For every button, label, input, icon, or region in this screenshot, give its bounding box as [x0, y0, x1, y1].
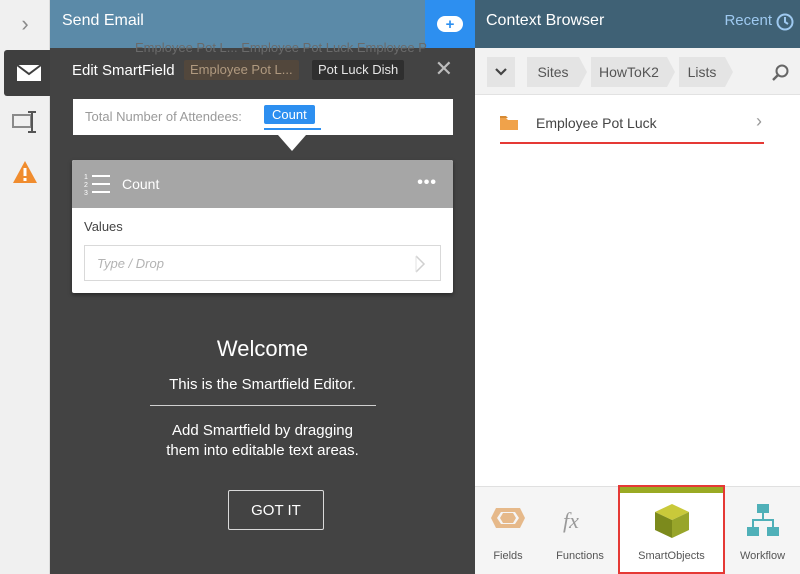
smartobjects-icon: [654, 504, 689, 538]
search-icon[interactable]: [772, 64, 790, 82]
background-tokens-text: Employee Pot L... Employee Pot Luck Empl…: [135, 40, 427, 55]
workflow-icon: [746, 504, 779, 536]
folder-icon: [500, 116, 518, 130]
token-employee-pot-luck[interactable]: Employee Pot L...: [184, 60, 299, 80]
tab-label: SmartObjects: [638, 550, 705, 562]
breadcrumb-separator: [579, 57, 587, 87]
svg-text:1: 1: [84, 174, 88, 181]
tab-label: Workflow: [739, 550, 786, 562]
got-it-button[interactable]: GOT IT: [228, 490, 324, 530]
values-label: Values: [84, 219, 123, 234]
highlight-underline: [500, 142, 764, 144]
chevron-right-icon: ›: [756, 111, 762, 131]
breadcrumb-lists[interactable]: Lists: [679, 57, 725, 87]
editor-toggle-button[interactable]: [0, 102, 50, 142]
selected-tab-indicator: [620, 487, 723, 493]
header-title: Send Email: [62, 12, 144, 29]
list-item-label: Employee Pot Luck: [536, 115, 657, 131]
attendees-label: Total Number of Attendees:: [85, 109, 242, 124]
welcome-panel: Welcome This is the Smartfield Editor. A…: [50, 336, 475, 461]
svg-text:3: 3: [84, 190, 88, 196]
tab-functions[interactable]: fx Functions: [541, 487, 619, 574]
recent-link[interactable]: Recent: [724, 12, 772, 29]
count-function-card: 1 2 3 Count ••• Values Type / Drop: [72, 160, 453, 293]
attendees-text-field[interactable]: Total Number of Attendees: Count: [73, 99, 453, 135]
context-tabs: Fields fx Functions SmartObjects Workflo…: [475, 485, 800, 574]
functions-icon: fx: [563, 508, 579, 533]
tab-label: Functions: [556, 550, 604, 562]
welcome-line-1: This is the Smartfield Editor.: [169, 376, 356, 393]
welcome-line-2a: Add Smartfield by dragging: [172, 422, 353, 439]
context-browser: Context Browser Recent Sites HowToK2 Lis…: [475, 0, 800, 574]
close-icon[interactable]: ✕: [435, 58, 453, 80]
left-rail: ›: [0, 0, 54, 574]
tab-smartobjects[interactable]: SmartObjects: [618, 485, 725, 574]
card-title: Count: [122, 176, 160, 192]
editor-title: Edit SmartField: [72, 62, 175, 79]
tab-label: Fields: [493, 550, 523, 562]
welcome-title: Welcome: [216, 336, 309, 361]
breadcrumb: Sites HowToK2 Lists: [475, 48, 800, 95]
values-placeholder: Type / Drop: [97, 256, 164, 271]
warning-icon: [13, 161, 37, 183]
list-item[interactable]: Employee Pot Luck ›: [500, 108, 764, 138]
add-token-icon: +: [437, 16, 463, 32]
values-drop-field[interactable]: Type / Drop: [84, 245, 441, 281]
fields-icon: [491, 508, 525, 528]
svg-text:2: 2: [84, 182, 88, 189]
breadcrumb-separator: [667, 57, 675, 87]
card-header: 1 2 3 Count •••: [72, 160, 453, 208]
breadcrumb-sites[interactable]: Sites: [527, 57, 579, 87]
token-pot-luck-dish[interactable]: Pot Luck Dish: [312, 60, 405, 80]
context-browser-header: Context Browser Recent: [475, 0, 800, 48]
smartfield-editor: Employee Pot L... Employee Pot Luck Empl…: [50, 40, 475, 574]
count-smartfield-chip[interactable]: Count: [264, 105, 315, 124]
svg-text:fx: fx: [563, 508, 579, 533]
more-options-icon[interactable]: •••: [417, 174, 437, 192]
clock-icon[interactable]: [776, 13, 794, 31]
numbered-list-icon: 1 2 3: [84, 174, 110, 196]
breadcrumb-howtok2[interactable]: HowToK2: [591, 57, 667, 87]
drop-target-icon: [415, 255, 426, 273]
welcome-line-2b: them into editable text areas.: [166, 442, 359, 459]
editor-toggle-icon: [12, 111, 36, 133]
email-icon: [16, 64, 42, 81]
breadcrumb-separator: [725, 57, 733, 87]
welcome-divider: [149, 405, 376, 406]
chevron-right-icon: ›: [21, 11, 29, 36]
popover-caret: [278, 135, 306, 151]
chip-underline: [264, 128, 321, 130]
chevron-down-icon: [495, 68, 507, 76]
warnings-button[interactable]: [0, 152, 50, 192]
add-token-button[interactable]: +: [425, 0, 475, 48]
tab-workflow[interactable]: Workflow: [725, 487, 800, 574]
tab-fields[interactable]: Fields: [475, 487, 541, 574]
expand-panel-button[interactable]: ›: [0, 0, 50, 48]
context-browser-title: Context Browser: [486, 12, 605, 29]
email-tool-button[interactable]: [4, 50, 54, 96]
breadcrumb-dropdown[interactable]: [487, 57, 515, 87]
